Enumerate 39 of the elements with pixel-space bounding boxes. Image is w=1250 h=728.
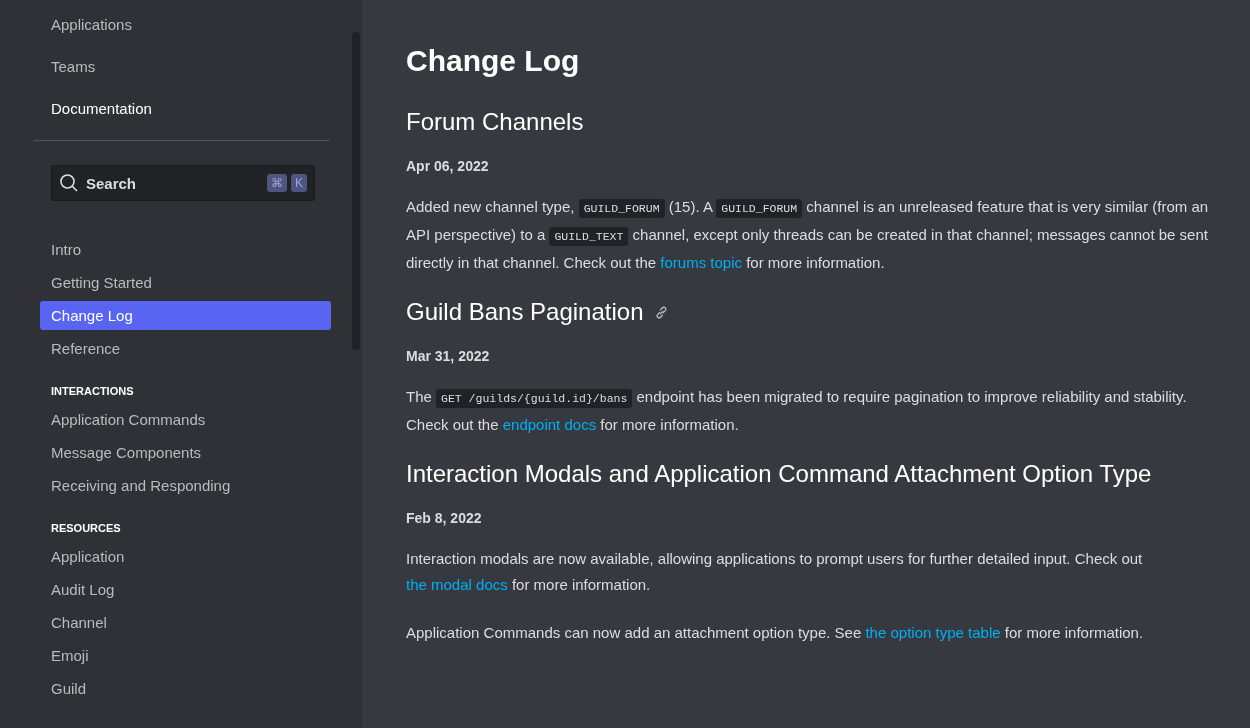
doc-link[interactable]: the option type table — [865, 624, 1001, 641]
inline-code: GUILD_TEXT — [549, 227, 629, 246]
sidebar-item[interactable]: Channel — [40, 608, 331, 637]
keyboard-key: ⌘ — [267, 174, 287, 192]
sidebar-item[interactable]: Getting Started — [40, 268, 331, 297]
entry-paragraph: The GET /guilds/{guild.id}/bans endpoint has been migrated to require pagination to improve reliability and stability. Check out the endpoint docs for more information. — [406, 387, 1188, 435]
inline-code: GET /guilds/{guild.id}/bans — [436, 389, 633, 408]
entry-date: Apr 06, 2022 — [406, 158, 490, 174]
sidebar-item[interactable]: Change Log — [40, 301, 331, 330]
top-nav-link[interactable]: Teams — [34, 56, 362, 98]
entry-date: Mar 31, 2022 — [406, 348, 491, 364]
doc-link[interactable]: endpoint docs — [502, 416, 597, 433]
search-icon — [59, 173, 79, 193]
entry-paragraph: Interaction modals are now available, allowing applications to prompt users for further detailed input. Check out the modal docs for more information. — [406, 549, 1144, 595]
section-heading: RESOURCES — [50, 522, 122, 534]
link-icon[interactable] — [653, 304, 669, 320]
sidebar-item[interactable]: Intro — [40, 235, 331, 264]
page-title: Change Log — [406, 44, 581, 78]
entry-date: Feb 8, 2022 — [406, 510, 483, 526]
sidebar-item[interactable]: Message Components — [40, 438, 331, 467]
sidebar-item[interactable]: Audit Log — [40, 575, 331, 604]
inline-code: GUILD_FORUM — [716, 199, 803, 218]
inline-code: GUILD_FORUM — [578, 199, 665, 218]
entry-paragraph: Added new channel type, GUILD_FORUM (15). A GUILD_FORUM channel is an unreleased feature that is very similar (from an API perspective) to a GUILD_TEXT channel, except only threads can be created in that channel; messages cannot be sent directly in that channel. Check out the forums topic for more information. — [406, 197, 1210, 273]
sidebar-item[interactable]: Receiving and Responding — [40, 471, 331, 500]
entry-heading: Guild Bans Pagination — [406, 298, 644, 326]
sidebar-item[interactable]: Application — [40, 542, 331, 571]
top-nav-link[interactable]: Documentation — [34, 98, 362, 140]
doc-link[interactable]: forums topic — [660, 254, 742, 271]
sidebar-item[interactable]: Guild — [40, 674, 331, 703]
sidebar-item[interactable]: Application Commands — [40, 405, 331, 434]
top-nav-link[interactable]: Applications — [34, 14, 362, 56]
entry-heading: Interaction Modals and Application Command Attachment Option Type — [406, 460, 1152, 488]
sidebar-item[interactable]: Emoji — [40, 641, 331, 670]
doc-link[interactable]: the modal docs — [406, 576, 508, 593]
entry-paragraph: Application Commands can now add an attachment option type. See the option type table for more information. — [406, 623, 1145, 643]
entry-heading: Forum Channels — [406, 108, 584, 136]
sidebar-item[interactable]: Reference — [40, 334, 331, 363]
section-heading: INTERACTIONS — [50, 385, 135, 397]
